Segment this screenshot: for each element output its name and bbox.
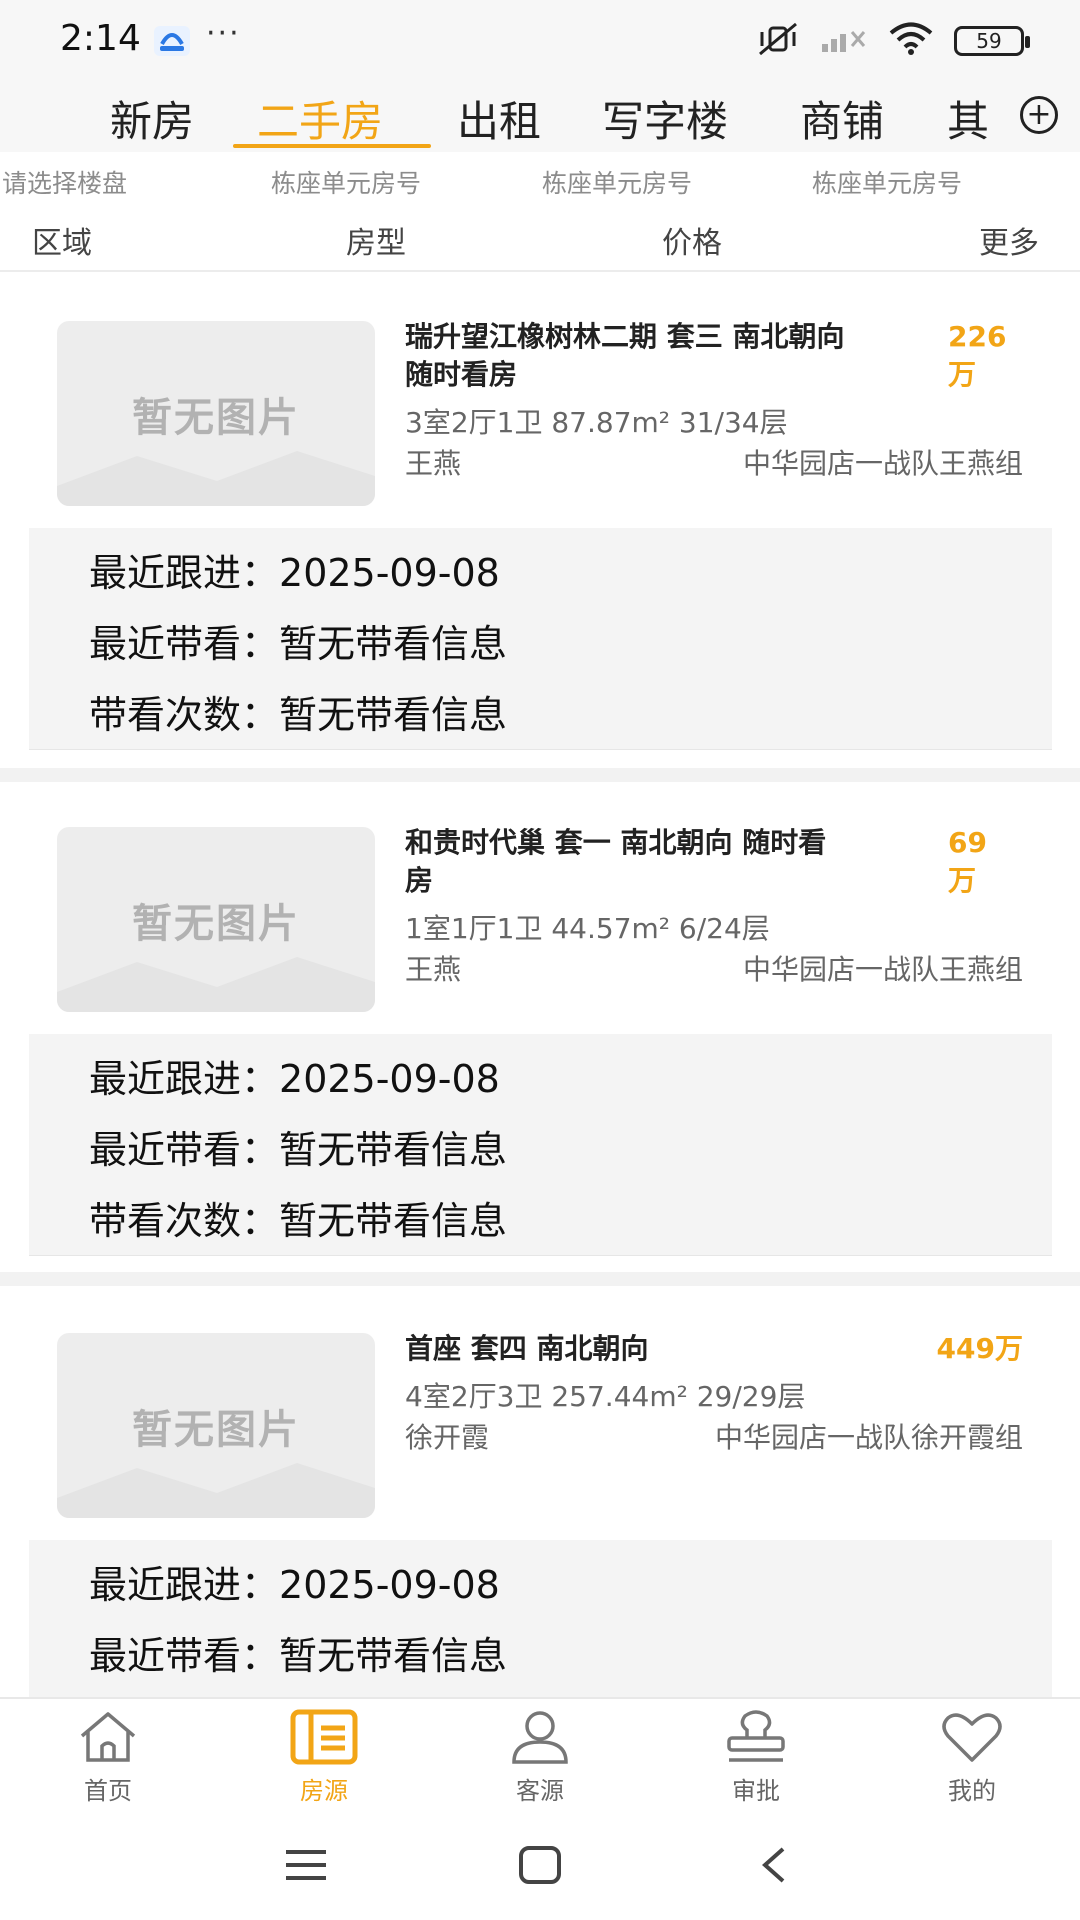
menu-icon[interactable] <box>276 1840 336 1890</box>
nav-label: 审批 <box>732 1777 780 1805</box>
tab-shop[interactable]: 商铺 <box>800 88 884 149</box>
listing-price: 449万 <box>936 1332 1023 1365</box>
no-image-text: 暂无图片 <box>132 1406 300 1453</box>
app-notification-icon <box>152 24 192 58</box>
listing-spec: 4室2厅3卫 257.44m² 29/29层 <box>405 1380 806 1413</box>
system-navigation-bar <box>0 1810 1080 1920</box>
stamp-icon <box>721 1707 791 1767</box>
follow-info-box: 最近跟进：2025-09-08 最近带看：暂无带看信息 带看次数：暂无带看信息 <box>29 1034 1052 1256</box>
recent-view-line: 最近带看：暂无带看信息 <box>89 622 508 666</box>
recent-follow-line: 最近跟进：2025-09-08 <box>89 551 500 595</box>
listing-thumbnail: 暂无图片 <box>57 321 375 506</box>
listing-card[interactable]: 暂无图片 首座 套四 南北朝向 449万 4室2厅3卫 257.44m² 29/… <box>0 1286 1080 1697</box>
listing-price: 226 万 <box>948 320 1007 391</box>
nav-listings[interactable]: 房源 <box>264 1707 384 1806</box>
no-image-text: 暂无图片 <box>132 900 300 947</box>
view-count-line: 带看次数：暂无带看信息 <box>89 1199 508 1243</box>
listing-team: 中华园店一战队徐开霞组 <box>714 1421 1023 1454</box>
tab-office[interactable]: 写字楼 <box>602 88 728 149</box>
unit-search-input-1[interactable]: 栋座单元房号 <box>271 164 421 200</box>
filter-price[interactable]: 价格 <box>662 218 722 262</box>
tab-rent[interactable]: 出租 <box>457 88 541 149</box>
no-image-text: 暂无图片 <box>132 394 300 441</box>
view-count-line: 带看次数：暂无带看信息 <box>89 693 508 737</box>
nav-clients[interactable]: 客源 <box>480 1707 600 1806</box>
listing-team: 中华园店一战队王燕组 <box>742 953 1023 986</box>
search-row: 请选择楼盘 栋座单元房号 栋座单元房号 栋座单元房号 <box>0 152 1080 206</box>
home-icon <box>73 1707 143 1767</box>
tab-other[interactable]: 其 <box>947 88 989 149</box>
tab-second-hand[interactable]: 二手房 <box>257 88 383 149</box>
follow-info-box: 最近跟进：2025-09-08 最近带看：暂无带看信息 带看次数：暂无带看信息 <box>29 528 1052 750</box>
nav-label: 我的 <box>948 1777 996 1805</box>
listing-spec: 3室2厅1卫 87.87m² 31/34层 <box>405 406 788 439</box>
filter-more[interactable]: 更多 <box>979 218 1039 262</box>
wifi-icon <box>888 22 934 60</box>
listing-spec: 1室1厅1卫 44.57m² 6/24层 <box>405 912 770 945</box>
listing-thumbnail: 暂无图片 <box>57 1333 375 1518</box>
recent-follow-line: 最近跟进：2025-09-08 <box>89 1563 500 1607</box>
list-separator <box>0 1272 1080 1286</box>
nav-label: 房源 <box>300 1777 348 1805</box>
unit-search-input-2[interactable]: 栋座单元房号 <box>542 164 692 200</box>
active-tab-underline <box>233 144 431 148</box>
unit-search-input-3[interactable]: 栋座单元房号 <box>812 164 962 200</box>
mute-vibrate-icon <box>756 22 800 60</box>
add-tab-button[interactable]: + <box>1020 96 1058 134</box>
listing-price: 69 万 <box>948 826 987 897</box>
recent-view-line: 最近带看：暂无带看信息 <box>89 1634 508 1678</box>
battery-icon: 59 <box>954 26 1030 56</box>
user-icon <box>505 1707 575 1767</box>
heart-icon <box>937 1707 1007 1767</box>
listing-team: 中华园店一战队王燕组 <box>742 447 1023 480</box>
nav-label: 首页 <box>84 1777 132 1805</box>
follow-info-box: 最近跟进：2025-09-08 最近带看：暂无带看信息 <box>29 1540 1052 1697</box>
building-search-input[interactable]: 请选择楼盘 <box>2 164 127 200</box>
listing-title: 首座 套四 南北朝向 <box>405 1332 649 1365</box>
category-tabs: 新房 二手房 出租 写字楼 商铺 其 + <box>0 82 1080 152</box>
listing-title: 和贵时代巢 套一 南北朝向 随时看 房 <box>405 826 827 897</box>
listing-thumbnail: 暂无图片 <box>57 827 375 1012</box>
listing-agent: 徐开霞 <box>405 1421 490 1454</box>
filter-layout[interactable]: 房型 <box>346 218 406 262</box>
status-more-dots: ··· <box>206 16 241 51</box>
nav-label: 客源 <box>516 1777 564 1805</box>
back-icon[interactable] <box>744 1840 804 1890</box>
status-time: 2:14 <box>60 18 141 59</box>
nav-home[interactable]: 首页 <box>48 1707 168 1806</box>
signal-icon <box>820 24 868 58</box>
listing-card[interactable]: 暂无图片 瑞升望江橡树林二期 套三 南北朝向 随时看房 226 万 3室2厅1卫… <box>0 274 1080 768</box>
filter-row: 区域 房型 价格 更多 <box>0 206 1080 272</box>
status-bar: 2:14 ··· 59 <box>0 0 1080 82</box>
list-separator <box>0 768 1080 782</box>
nav-approval[interactable]: 审批 <box>696 1707 816 1806</box>
nav-mine[interactable]: 我的 <box>912 1707 1032 1806</box>
listing-agent: 王燕 <box>405 447 462 480</box>
listing-agent: 王燕 <box>405 953 462 986</box>
listing-title: 瑞升望江橡树林二期 套三 南北朝向 随时看房 <box>405 320 845 391</box>
home-square-icon[interactable] <box>510 1840 570 1890</box>
recent-follow-line: 最近跟进：2025-09-08 <box>89 1057 500 1101</box>
listing-icon <box>289 1707 359 1767</box>
bottom-navigation: 首页 房源 客源 审批 我的 <box>0 1697 1080 1810</box>
recent-view-line: 最近带看：暂无带看信息 <box>89 1128 508 1172</box>
listing-card[interactable]: 暂无图片 和贵时代巢 套一 南北朝向 随时看 房 69 万 1室1厅1卫 44.… <box>0 782 1080 1272</box>
filter-area[interactable]: 区域 <box>32 218 92 262</box>
tab-new-house[interactable]: 新房 <box>110 88 194 149</box>
